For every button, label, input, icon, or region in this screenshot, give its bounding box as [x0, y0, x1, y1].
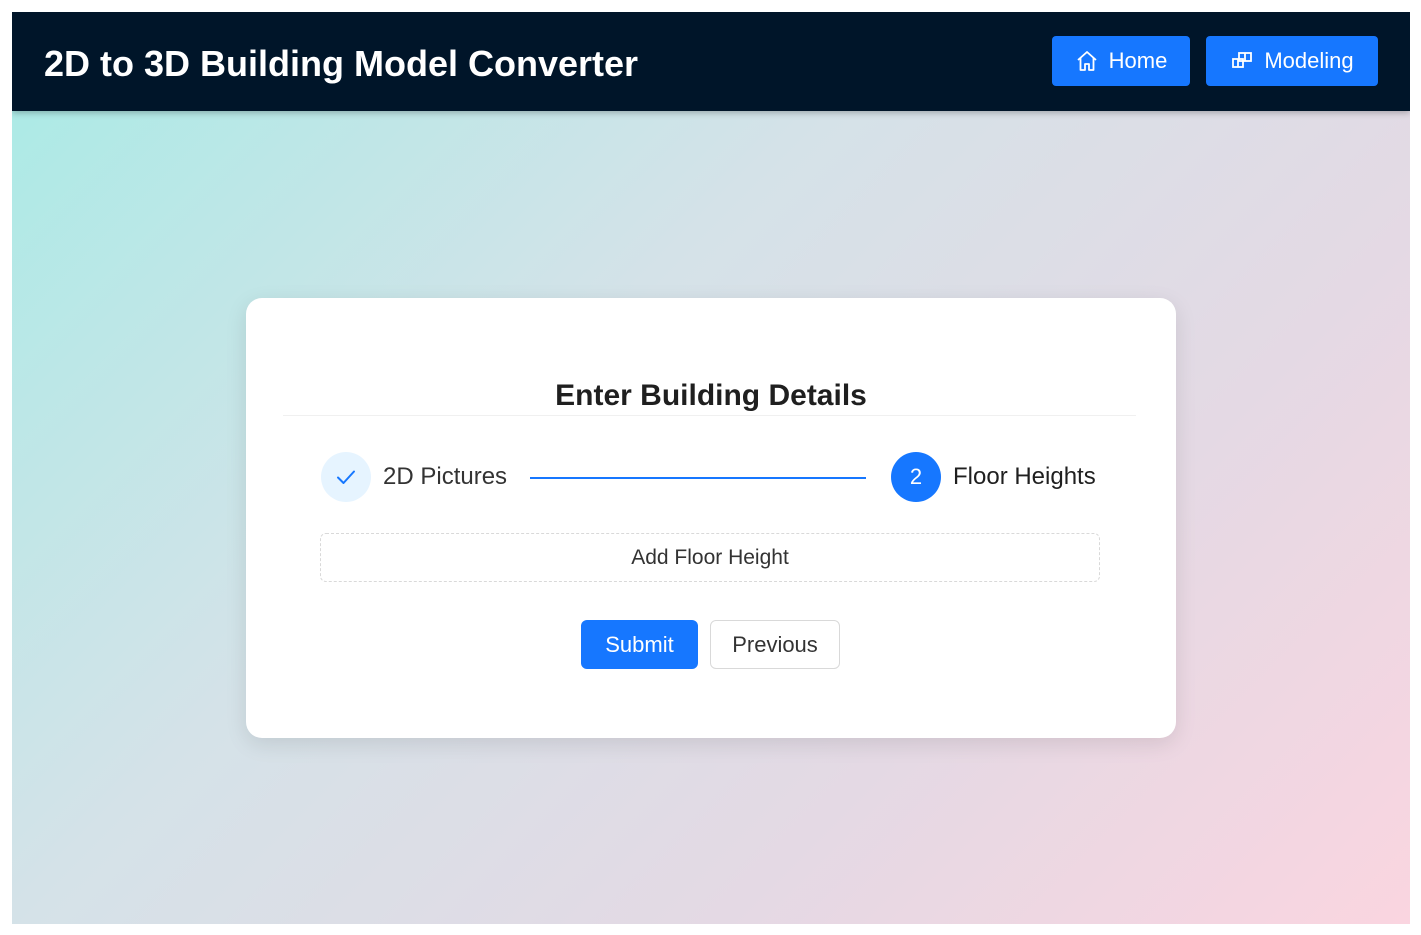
step-1-label: 2D Pictures: [383, 463, 508, 490]
blocks-icon: [1230, 49, 1254, 73]
check-icon: [334, 465, 358, 489]
step-2-indicator: 2: [891, 452, 941, 502]
app-header: 2D to 3D Building Model Converter Home M…: [12, 12, 1410, 111]
home-button[interactable]: Home: [1052, 36, 1190, 86]
app-title: 2D to 3D Building Model Converter: [44, 43, 639, 84]
building-details-card: Enter Building Details 2D Pictures 2 Flo…: [246, 298, 1176, 738]
modeling-button[interactable]: Modeling: [1206, 36, 1378, 86]
add-floor-height-button[interactable]: Add Floor Height: [320, 533, 1100, 582]
home-button-label: Home: [1108, 48, 1168, 73]
previous-button[interactable]: Previous: [710, 620, 840, 669]
step-2-number: 2: [909, 464, 923, 489]
submit-button[interactable]: Submit: [581, 620, 698, 669]
step-2-label: Floor Heights: [953, 463, 1096, 490]
app-frame: 2D to 3D Building Model Converter Home M…: [12, 12, 1410, 924]
step-connector-line: [530, 477, 866, 479]
modeling-button-label: Modeling: [1264, 48, 1354, 73]
card-title: Enter Building Details: [555, 379, 867, 412]
home-icon: [1075, 49, 1099, 73]
step-1-indicator: [321, 452, 371, 502]
card-divider: [283, 415, 1136, 416]
